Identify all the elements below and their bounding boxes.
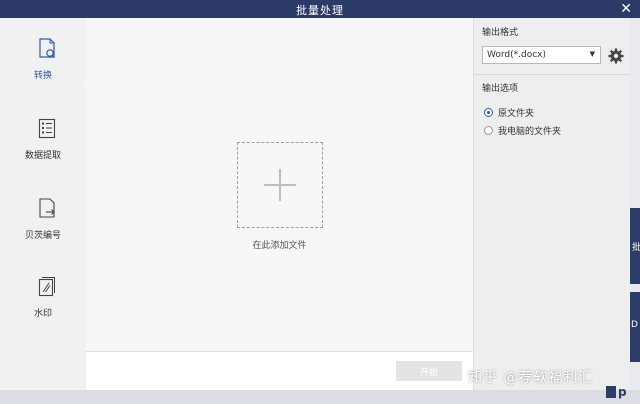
sidebar: 转换 数据提取 贝茨编号 水印 (0, 18, 87, 390)
background-strip (0, 390, 640, 404)
drop-hint-text: 在此添加文件 (252, 241, 307, 251)
output-options-title: 输出选项 (482, 84, 519, 94)
window-title: 批量处理 (296, 4, 344, 17)
sidebar-item-convert[interactable]: 转换 (0, 38, 87, 108)
watermark-icon (38, 277, 55, 297)
sidebar-item-watermark[interactable]: 水印 (0, 276, 86, 346)
background-app-block: D (630, 292, 640, 362)
output-format-title: 输出格式 (482, 28, 519, 38)
chevron-down-icon: ▼ (589, 50, 595, 58)
format-dropdown[interactable]: Word(*.docx) ▼ (482, 46, 601, 64)
title-bar: 批量处理 ✕ (0, 0, 640, 18)
gear-icon[interactable] (608, 48, 624, 64)
background-text: 批 (632, 243, 640, 253)
watermark-text: 知乎 @荐软福利汇 (468, 370, 594, 386)
sidebar-item-label: 水印 (33, 309, 52, 319)
divider (474, 74, 631, 75)
option-label: 原文件夹 (498, 109, 535, 119)
sidebar-item-data-extract[interactable]: 数据提取 (0, 118, 86, 188)
sidebar-item-label: 转换 (33, 71, 52, 81)
sidebar-item-label: 数据提取 (24, 151, 61, 161)
background-text: p (618, 385, 627, 399)
option-label: 我电脑的文件夹 (498, 127, 562, 137)
convert-icon (39, 38, 55, 58)
settings-panel: 输出格式 Word(*.docx) ▼ 输出选项 原文件夹 我电脑的文件夹 (473, 18, 631, 390)
main-panel: 在此添加文件 开始 (86, 18, 473, 391)
add-file-dropzone[interactable] (237, 142, 323, 228)
radio-unselected-icon[interactable] (484, 126, 493, 135)
close-icon[interactable]: ✕ (620, 1, 632, 17)
background-text: D (631, 320, 638, 330)
background-app-block: 批 (630, 208, 640, 284)
background-logo-mark (606, 386, 616, 398)
sidebar-item-bates-number[interactable]: 贝茨编号 (0, 198, 86, 268)
data-extract-icon (38, 118, 56, 139)
format-dropdown-value: Word(*.docx) (487, 50, 547, 60)
radio-selected-icon[interactable] (484, 108, 493, 117)
bates-number-icon (39, 198, 55, 218)
start-button[interactable]: 开始 (396, 361, 462, 381)
sidebar-item-label: 贝茨编号 (24, 231, 61, 241)
footer-bar: 开始 (86, 351, 473, 391)
